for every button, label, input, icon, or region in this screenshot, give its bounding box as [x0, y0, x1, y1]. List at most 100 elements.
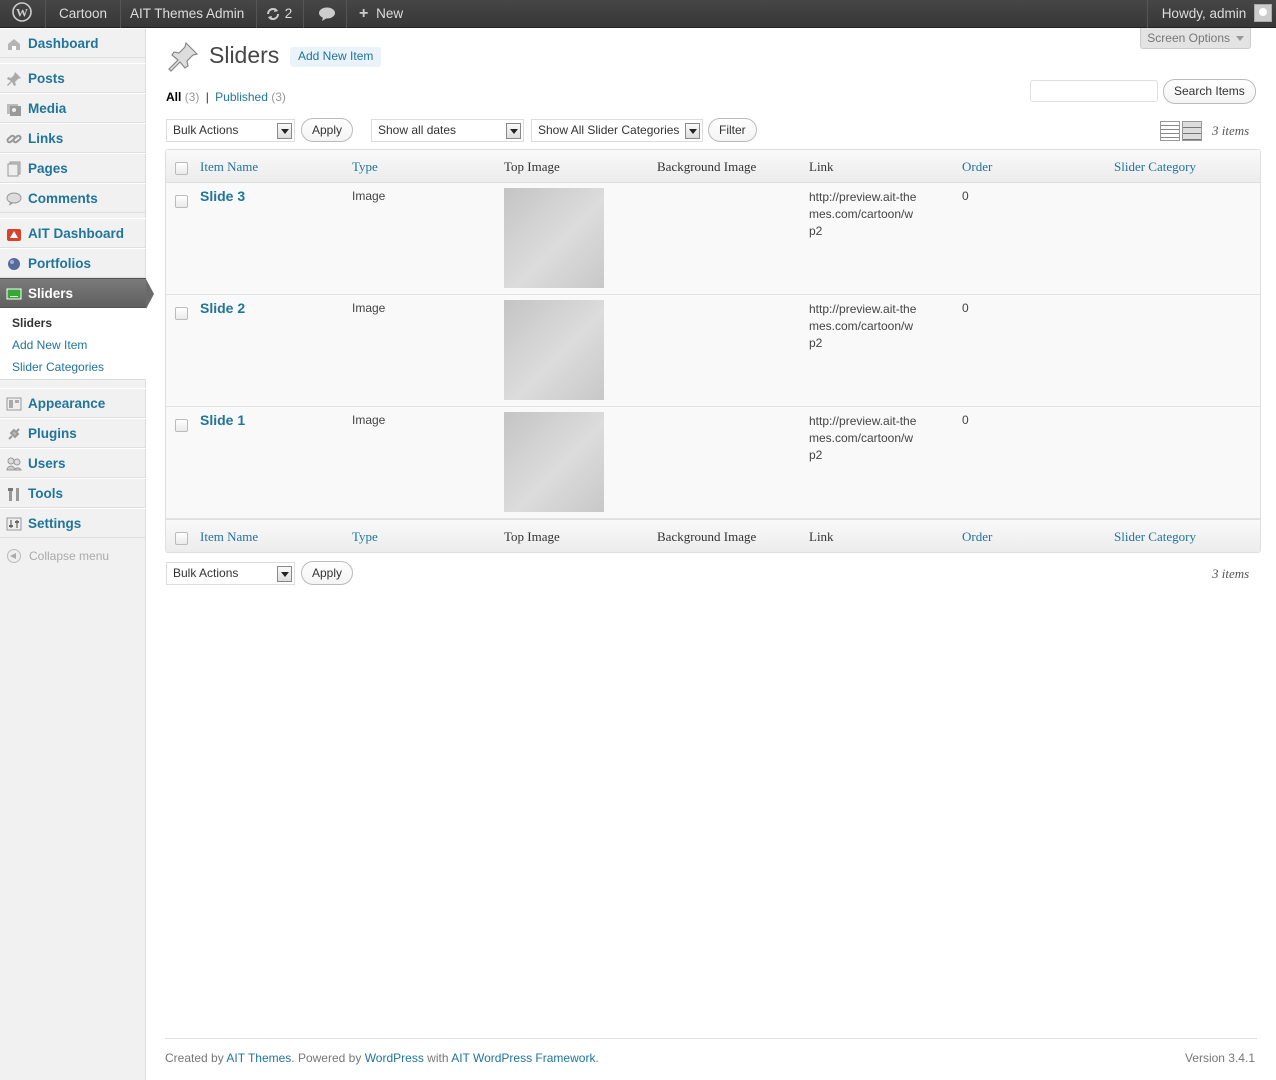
bulk-actions-select[interactable]: Bulk Actions — [166, 119, 295, 142]
column-slider-category[interactable]: Slider Category — [1114, 529, 1196, 545]
menu-plugins[interactable]: Plugins — [0, 418, 146, 448]
filter-published-count: (3) — [271, 90, 286, 104]
top-image-thumbnail[interactable] — [504, 412, 604, 512]
ait-themes-link[interactable]: AIT Themes — [226, 1051, 291, 1065]
submenu-sliders[interactable]: Sliders — [0, 312, 146, 334]
search-input[interactable] — [1030, 80, 1158, 102]
item-order: 0 — [962, 189, 969, 203]
filter-button[interactable]: Filter — [708, 118, 757, 142]
comment-bubble-icon — [319, 7, 335, 21]
menu-ait-dashboard[interactable]: AIT Dashboard — [0, 218, 146, 248]
apply-button[interactable]: Apply — [301, 118, 354, 142]
ait-icon — [7, 229, 21, 241]
item-name-link[interactable]: Slide 2 — [200, 300, 245, 316]
refresh-icon — [267, 8, 279, 20]
menu-label: Pages — [28, 161, 68, 176]
select-all-checkbox[interactable] — [175, 162, 188, 175]
avatar — [1254, 4, 1272, 22]
row-checkbox[interactable] — [175, 195, 188, 208]
plugin-icon — [8, 428, 20, 440]
table-row: Slide 1 Image http://preview.ait-themes.… — [166, 407, 1260, 519]
submenu-add-new-item[interactable]: Add New Item — [0, 334, 146, 356]
dropdown-arrow-icon — [685, 123, 700, 139]
apply-button-bottom[interactable]: Apply — [301, 561, 354, 585]
search-items-button[interactable]: Search Items — [1163, 79, 1256, 104]
column-background-image: Background Image — [657, 529, 757, 544]
menu-sliders[interactable]: Sliders — [0, 278, 154, 309]
new-content-link[interactable]: + New — [347, 0, 415, 28]
menu-label: Portfolios — [28, 256, 91, 271]
list-view-icon[interactable] — [1160, 121, 1180, 141]
item-link: http://preview.ait-themes.com/cartoon/wp… — [809, 414, 917, 462]
column-type[interactable]: Type — [352, 159, 378, 175]
submenu-slider-categories[interactable]: Slider Categories — [0, 356, 146, 378]
menu-media[interactable]: Media — [0, 93, 146, 123]
site-name-link[interactable]: Cartoon — [46, 0, 122, 28]
admin-bar: W Cartoon AIT Themes Admin 2 + New Howdy… — [0, 0, 1276, 28]
column-slider-category[interactable]: Slider Category — [1114, 159, 1196, 175]
menu-appearance[interactable]: Appearance — [0, 388, 146, 418]
wordpress-logo-icon[interactable]: W — [0, 0, 46, 28]
framework-link[interactable]: AIT WordPress Framework — [451, 1051, 595, 1065]
column-link: Link — [809, 159, 834, 174]
excerpt-view-icon[interactable] — [1182, 121, 1202, 141]
row-checkbox[interactable] — [175, 307, 188, 320]
menu-label: Dashboard — [28, 36, 99, 51]
dropdown-arrow-icon — [506, 123, 521, 139]
menu-links[interactable]: Links — [0, 123, 146, 153]
menu-users[interactable]: Users — [0, 448, 146, 478]
greeting: Howdy, admin — [1161, 6, 1247, 21]
item-type: Image — [352, 413, 386, 427]
menu-dashboard[interactable]: Dashboard — [0, 28, 146, 58]
table-footer: Item Name Type Top Image Background Imag… — [166, 519, 1260, 552]
table-row: Slide 3 Image http://preview.ait-themes.… — [166, 183, 1260, 295]
item-order: 0 — [962, 413, 969, 427]
dates-select[interactable]: Show all dates — [371, 119, 524, 142]
page-icon — [7, 161, 21, 177]
account-menu[interactable]: Howdy, admin — [1146, 0, 1276, 28]
admin-sidebar: Dashboard Posts Media Links Pages Commen… — [0, 28, 154, 1080]
column-order[interactable]: Order — [962, 159, 992, 175]
collapse-arrow-icon — [7, 549, 21, 563]
menu-label: Media — [28, 101, 67, 116]
row-checkbox[interactable] — [175, 419, 188, 432]
column-type[interactable]: Type — [352, 529, 378, 545]
filter-all[interactable]: All — [166, 90, 181, 104]
menu-label: Comments — [28, 191, 98, 206]
menu-label: AIT Dashboard — [28, 226, 125, 241]
slider-categories-select[interactable]: Show All Slider Categories — [531, 119, 703, 142]
bulk-actions-select-bottom[interactable]: Bulk Actions — [166, 562, 295, 585]
add-new-item-button[interactable]: Add New Item — [290, 47, 382, 67]
menu-tools[interactable]: Tools — [0, 478, 146, 508]
menu-label: Links — [28, 131, 64, 146]
theme-admin-link[interactable]: AIT Themes Admin — [118, 0, 258, 28]
filter-published[interactable]: Published — [215, 90, 268, 104]
menu-settings[interactable]: Settings — [0, 508, 146, 538]
top-image-thumbnail[interactable] — [504, 300, 604, 400]
plus-icon: + — [359, 5, 369, 22]
bulk-actions-value: Bulk Actions — [173, 566, 239, 580]
dropdown-arrow-icon — [277, 123, 292, 139]
item-name-link[interactable]: Slide 1 — [200, 412, 245, 428]
media-icon — [7, 104, 21, 116]
column-order[interactable]: Order — [962, 529, 992, 545]
sliders-table: Item Name Type Top Image Background Imag… — [165, 149, 1261, 553]
column-item-name[interactable]: Item Name — [200, 529, 258, 545]
screen-options-button[interactable]: Screen Options — [1140, 28, 1251, 49]
collapse-menu-button[interactable]: Collapse menu — [0, 544, 146, 568]
item-order: 0 — [962, 301, 969, 315]
column-item-name[interactable]: Item Name — [200, 159, 258, 175]
updates-link[interactable]: 2 — [254, 0, 305, 28]
menu-portfolios[interactable]: Portfolios — [0, 248, 146, 278]
select-all-checkbox[interactable] — [175, 532, 188, 545]
tools-icon — [8, 488, 19, 501]
wordpress-link[interactable]: WordPress — [365, 1051, 424, 1065]
top-image-thumbnail[interactable] — [504, 188, 604, 288]
menu-posts[interactable]: Posts — [0, 63, 146, 93]
categories-value: Show All Slider Categories — [538, 123, 680, 137]
comments-link[interactable] — [308, 0, 347, 28]
item-name-link[interactable]: Slide 3 — [200, 188, 245, 204]
menu-pages[interactable]: Pages — [0, 153, 146, 183]
menu-comments[interactable]: Comments — [0, 183, 146, 213]
svg-text:W: W — [16, 6, 28, 20]
